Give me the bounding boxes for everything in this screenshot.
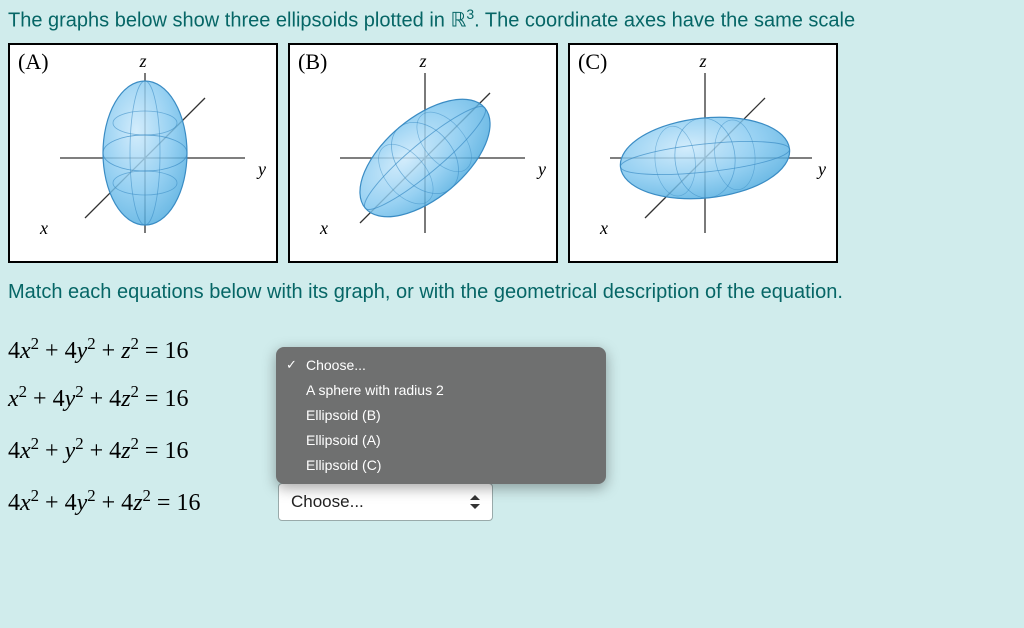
select-1-dropdown[interactable]: Choose... A sphere with radius 2 Ellipso… [276,347,606,483]
equation-row-4: 4x2 + 4y2 + 4z2 = 16 Choose... [8,483,1016,521]
panel-c: (C) z y x [568,43,838,263]
prompt-space: ℝ [450,10,466,32]
ellipsoid-c-plot [590,63,820,253]
panel-a: (A) z y x [8,43,278,263]
prompt-prefix: The graphs below show three ellipsoids p… [8,10,450,32]
select-1-option-2[interactable]: Ellipsoid (B) [276,403,606,428]
prompt-sup: 3 [466,6,474,22]
ellipsoid-b-plot [310,63,540,253]
select-1-option-1[interactable]: A sphere with radius 2 [276,378,606,403]
select-4-value: Choose... [291,492,364,512]
select-4[interactable]: Choose... [278,483,493,521]
ellipsoid-a-plot [30,63,260,253]
equation-2: x2 + 4y2 + 4z2 = 16 [8,382,258,413]
equation-row-1: 4x2 + 4y2 + z2 = 16 Choose... A sphere w… [8,334,1016,365]
figure-panels: (A) z y x (B) z y x [8,43,1016,263]
equation-3: 4x2 + y2 + 4z2 = 16 [8,434,258,465]
select-1-option-3[interactable]: Ellipsoid (A) [276,428,606,453]
select-4-wrap: Choose... [278,483,493,521]
equation-rows: 4x2 + 4y2 + z2 = 16 Choose... A sphere w… [8,334,1016,521]
prompt-suffix: . The coordinate axes have the same scal… [474,10,855,32]
equation-4: 4x2 + 4y2 + 4z2 = 16 [8,486,258,517]
match-instruction: Match each equations below with its grap… [8,281,1016,304]
equation-1: 4x2 + 4y2 + z2 = 16 [8,334,258,365]
updown-icon [470,495,480,509]
panel-b: (B) z y x [288,43,558,263]
select-1-option-0[interactable]: Choose... [276,353,606,378]
select-1-option-4[interactable]: Ellipsoid (C) [276,453,606,478]
problem-prompt: The graphs below show three ellipsoids p… [8,6,1016,33]
